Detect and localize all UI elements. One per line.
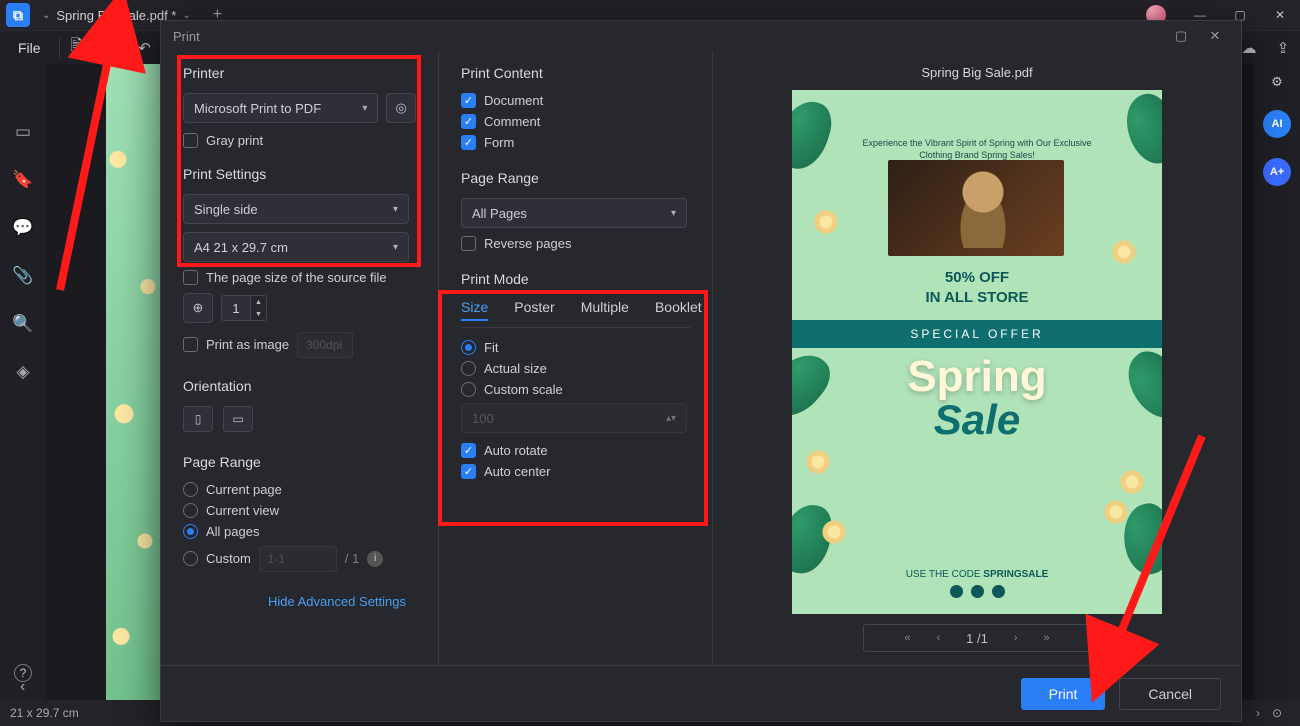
auto-center-checkbox[interactable]: ✓Auto center [461, 464, 690, 479]
dialog-footer: Print Cancel [161, 665, 1241, 721]
chevron-down-icon: ⌄ [42, 10, 50, 21]
hide-advanced-link[interactable]: Hide Advanced Settings [183, 594, 416, 609]
reverse-pages-checkbox[interactable]: Reverse pages [461, 236, 690, 251]
print-settings-heading: Print Settings [183, 166, 416, 182]
custom-scale-input[interactable]: 100▴▾ [461, 403, 687, 433]
dialog-titlebar: Print ▢ ✕ [161, 21, 1241, 51]
gray-print-checkbox[interactable]: Gray print [183, 133, 416, 148]
content-comment-checkbox[interactable]: ✓Comment [461, 114, 690, 129]
dialog-maximize[interactable]: ▢ [1167, 28, 1195, 44]
document-background [106, 64, 166, 700]
custom-range-input[interactable] [259, 546, 337, 572]
orientation-portrait[interactable]: ▯ [183, 406, 213, 432]
thumbnails-icon[interactable]: ▭ [15, 122, 31, 142]
right-page-range-heading: Page Range [461, 170, 690, 186]
print-middle-column: Print Content ✓Document ✓Comment ✓Form P… [439, 51, 713, 665]
pager-next[interactable]: › [1014, 632, 1018, 644]
tab-filename: Spring Big Sale.pdf * [56, 8, 176, 23]
sides-select[interactable]: Single side▾ [183, 194, 409, 224]
print-mode-tabs: Size Poster Multiple Booklet [461, 299, 690, 328]
page-range-select[interactable]: All Pages▾ [461, 198, 687, 228]
preview-pager: « ‹ 1 /1 › » [863, 624, 1091, 652]
mode-custom-scale[interactable]: Custom scale [461, 382, 690, 397]
fit-icon[interactable]: ⊙ [1272, 706, 1282, 720]
auto-rotate-checkbox[interactable]: ✓Auto rotate [461, 443, 690, 458]
attachment-icon[interactable]: 📎 [12, 266, 33, 286]
page-range-all-pages[interactable]: All pages [183, 524, 416, 539]
paper-size-select[interactable]: A4 21 x 29.7 cm▾ [183, 232, 409, 262]
page-range-current-view[interactable]: Current view [183, 503, 416, 518]
share-icon[interactable]: ⇪ [1266, 31, 1300, 65]
ai-badge[interactable]: AI [1263, 110, 1291, 138]
page-range-custom[interactable]: Custom [183, 551, 251, 566]
undo-icon[interactable]: ↶ [128, 31, 162, 65]
page-dimensions: 21 x 29.7 cm [10, 706, 79, 720]
print-dialog: Print ▢ ✕ Printer Microsoft Print to PDF… [160, 20, 1242, 722]
orientation-heading: Orientation [183, 378, 416, 394]
copies-stepper[interactable]: ▲▼ [221, 295, 267, 321]
ai-plus-badge[interactable]: A+ [1263, 158, 1291, 186]
orientation-landscape[interactable]: ▭ [223, 406, 253, 432]
info-icon: i [367, 551, 383, 567]
print-icon[interactable]: 🖶 [94, 31, 128, 65]
preview-page: Experience the Vibrant Spirit of Spring … [792, 90, 1162, 614]
left-sidebar: ▭ 🔖 💬 📎 🔍 ◈ ? [0, 64, 46, 700]
collapse-right-icon[interactable]: › [1256, 706, 1260, 720]
dpi-input[interactable] [297, 332, 353, 358]
tab-multiple[interactable]: Multiple [581, 299, 629, 321]
dialog-title: Print [173, 29, 200, 44]
right-sidebar: ⚙ AI A+ [1254, 64, 1300, 700]
dialog-close[interactable]: ✕ [1201, 28, 1229, 44]
settings-sliders-icon[interactable]: ⚙ [1271, 74, 1283, 90]
left-page-range-heading: Page Range [183, 454, 416, 470]
print-preview-column: Spring Big Sale.pdf Experience the Vibra… [713, 51, 1241, 665]
mode-actual-size[interactable]: Actual size [461, 361, 690, 376]
collapse-left-icon[interactable]: ‹ [20, 678, 25, 696]
preview-hero-image [888, 160, 1064, 256]
bookmark-icon[interactable]: 🔖 [12, 170, 33, 190]
window-close[interactable]: ✕ [1260, 0, 1300, 30]
pager-position: 1 /1 [966, 631, 988, 646]
print-button[interactable]: Print [1021, 678, 1106, 710]
page-range-current-page[interactable]: Current page [183, 482, 416, 497]
preview-filename: Spring Big Sale.pdf [921, 65, 1032, 80]
printer-select[interactable]: Microsoft Print to PDF ▾ [183, 93, 378, 123]
file-menu[interactable]: File [0, 40, 59, 56]
tab-size[interactable]: Size [461, 299, 488, 321]
mode-fit[interactable]: Fit [461, 340, 690, 355]
preview-promo: 50% OFF IN ALL STORE [792, 268, 1162, 307]
print-mode-heading: Print Mode [461, 271, 690, 287]
pager-prev[interactable]: ‹ [936, 632, 940, 644]
save-icon[interactable]: 🗎 [60, 31, 94, 65]
content-form-checkbox[interactable]: ✓Form [461, 135, 690, 150]
tab-booklet[interactable]: Booklet [655, 299, 702, 321]
preview-social-icons [792, 585, 1162, 598]
app-logo: ⧉ [6, 3, 30, 27]
search-icon[interactable]: 🔍 [12, 314, 33, 334]
printer-heading: Printer [183, 65, 416, 81]
content-document-checkbox[interactable]: ✓Document [461, 93, 690, 108]
pager-first[interactable]: « [904, 632, 910, 644]
pager-last[interactable]: » [1044, 632, 1050, 644]
tab-dropdown-icon[interactable]: ⌄ [182, 10, 190, 21]
printer-properties-button[interactable]: ◎ [386, 93, 416, 123]
source-page-size-checkbox[interactable]: The page size of the source file [183, 270, 416, 285]
preview-band: SPECIAL OFFER [792, 320, 1162, 348]
copies-input[interactable] [221, 295, 251, 321]
print-content-heading: Print Content [461, 65, 690, 81]
chevron-down-icon: ▾ [362, 103, 367, 114]
preview-hero-text: Experience the Vibrant Spirit of Spring … [850, 138, 1104, 161]
copies-icon: ⊕ [183, 293, 213, 323]
preview-usecode: USE THE CODE SPRINGSALE [792, 569, 1162, 580]
comment-icon[interactable]: 💬 [12, 218, 33, 238]
print-as-image-checkbox[interactable]: Print as image [183, 337, 289, 352]
cancel-button[interactable]: Cancel [1119, 678, 1221, 710]
tab-poster[interactable]: Poster [514, 299, 554, 321]
print-left-column: Printer Microsoft Print to PDF ▾ ◎ Gray … [161, 51, 439, 665]
layers-icon[interactable]: ◈ [16, 362, 29, 382]
printer-value: Microsoft Print to PDF [194, 101, 321, 116]
preview-title-text: Spring Sale [792, 352, 1162, 444]
